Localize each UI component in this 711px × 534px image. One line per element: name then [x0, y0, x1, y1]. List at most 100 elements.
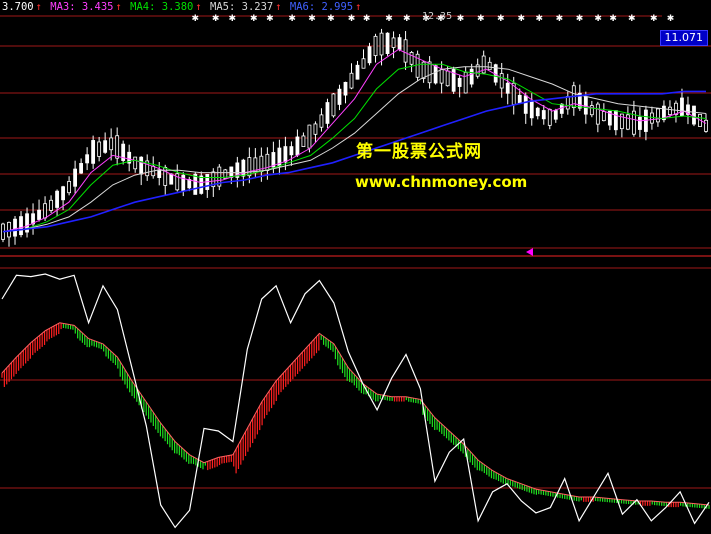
signal-star-icon: ✱ — [308, 14, 316, 24]
candle-body — [565, 96, 570, 110]
candle-body — [73, 168, 78, 187]
candle-body — [559, 103, 564, 114]
candle-body — [19, 216, 23, 236]
candle-body — [469, 68, 474, 85]
candle-body — [517, 94, 522, 104]
signal-star-icon: ✱ — [385, 14, 393, 24]
candle-body — [704, 119, 708, 132]
candle-body — [541, 110, 546, 120]
legend-ma2: 3.700 — [2, 1, 34, 13]
candle-body — [295, 136, 300, 156]
marker-triangle-icon — [526, 248, 533, 256]
signal-star-icon: ✱ — [266, 14, 274, 24]
up-arrow-icon: ↑ — [115, 1, 122, 13]
candle-body — [199, 175, 204, 194]
candle-body — [247, 157, 252, 177]
signal-star-icon: ✱ — [288, 14, 296, 24]
candle-body — [457, 77, 462, 87]
candle-body — [55, 190, 59, 208]
candle-body — [355, 64, 360, 80]
signal-star-icon: ✱ — [477, 14, 485, 24]
candle-body — [373, 35, 378, 57]
candle-body — [91, 140, 96, 164]
candle-body — [97, 141, 102, 157]
legend-ma4: MA4: 3.380 — [130, 1, 194, 13]
candle-body — [523, 95, 528, 114]
osc-main-line — [1, 273, 710, 529]
candle-body — [650, 112, 654, 124]
signal-star-icon: ✱ — [628, 14, 636, 24]
candle-body — [385, 32, 390, 54]
candle-body — [625, 114, 630, 130]
candle-body — [337, 88, 342, 105]
signal-star-icon: ✱ — [667, 14, 675, 24]
candle-body — [139, 156, 144, 175]
candle-body — [409, 52, 414, 65]
candle-body — [397, 37, 402, 50]
candle-body — [553, 110, 558, 120]
candle-body — [349, 72, 354, 89]
up-arrow-icon: ↑ — [355, 1, 362, 13]
candle-body — [325, 102, 330, 124]
candle-body — [319, 114, 324, 128]
candle-body — [37, 209, 41, 220]
signal-star-icon: ✱ — [192, 14, 200, 24]
ma-line-6 — [2, 90, 706, 233]
stock-chart: ✱ ✱ ✱ ✱ ✱ ✱ ✱ ✱ ✱ ✱ ✱ ✱ ✱ ✱ ✱ ✱ ✱ ✱ ✱ ✱ ✱ ✱ ✱ ✱ ✱ ✱ — [0, 14, 711, 529]
candle-body — [505, 82, 510, 94]
candle-body — [181, 174, 186, 192]
watermark-url: www.chnmoney.com — [355, 173, 528, 191]
candle-body — [547, 108, 552, 126]
signal-star-icon: ✱ — [327, 14, 335, 24]
candle-body — [583, 96, 588, 115]
candle-body — [613, 110, 618, 131]
candle-body — [656, 108, 660, 123]
signal-star-icon: ✱ — [497, 14, 505, 24]
signal-star-icon: ✱ — [229, 14, 237, 24]
candle-body — [445, 70, 450, 87]
ma-line-4 — [2, 63, 707, 233]
candle-body — [79, 163, 84, 174]
candle-body — [343, 81, 348, 96]
candle-body — [313, 123, 318, 135]
signal-star-icon: ✱ — [363, 14, 371, 24]
legend-ma6: MA6: 2.995 — [289, 1, 354, 13]
candle-body — [638, 116, 642, 130]
candle-body — [301, 135, 306, 148]
signal-star-icon: ✱ — [403, 14, 411, 24]
up-arrow-icon: ↑ — [35, 1, 42, 13]
signal-star-icon: ✱ — [212, 14, 220, 24]
ma-legend: 3.700 ↑ MA3: 3.435 ↑ MA4: 3.380 ↑ MA5: 3.23… — [2, 0, 363, 14]
candle-body — [193, 173, 198, 195]
signal-star-icon: ✱ — [650, 14, 658, 24]
candle-body — [49, 199, 53, 211]
ma-line-5 — [2, 66, 707, 233]
candle-body — [403, 39, 408, 63]
high-price-label: 12.35 — [422, 11, 453, 22]
signal-star-icon: ✱ — [609, 14, 617, 24]
ma-line-3 — [2, 48, 707, 233]
candle-body — [13, 218, 17, 237]
candle-body — [535, 107, 540, 117]
candle-body — [668, 106, 672, 116]
candle-body — [367, 46, 372, 64]
signal-star-icon: ✱ — [250, 14, 258, 24]
signal-star-icon: ✱ — [576, 14, 584, 24]
candle-body — [67, 181, 71, 194]
signal-star-icon: ✱ — [518, 14, 526, 24]
signal-star-icon: ✱ — [457, 14, 465, 24]
candle-body — [307, 124, 312, 149]
candle-body — [427, 61, 432, 84]
candle-body — [115, 135, 120, 159]
candle-body — [439, 69, 444, 84]
candle-body — [361, 58, 366, 69]
candle-body — [674, 102, 678, 115]
candle-body — [391, 37, 396, 48]
candle-body — [157, 169, 162, 178]
up-arrow-icon: ↑ — [275, 1, 282, 13]
candle-body — [379, 32, 384, 56]
candle-body — [499, 73, 504, 89]
up-arrow-icon: ↑ — [195, 1, 202, 13]
legend-ma5: MA5: 3.237 — [210, 1, 274, 13]
candle-body — [692, 105, 696, 125]
